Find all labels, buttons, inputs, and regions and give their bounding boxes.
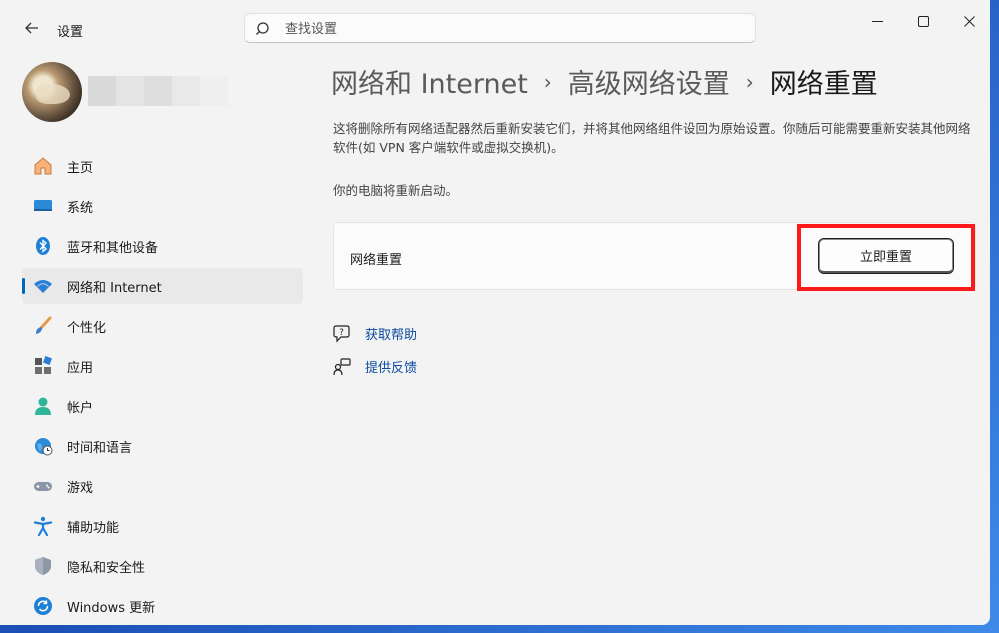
sidebar-item-windows-update[interactable]: Windows 更新: [22, 588, 303, 624]
network-reset-label: 网络重置: [350, 253, 403, 268]
sidebar-item-label: Windows 更新: [67, 600, 156, 616]
sidebar-item-label: 个性化: [67, 320, 107, 336]
sidebar-item-gaming[interactable]: 游戏: [22, 468, 303, 504]
avatar: [22, 62, 82, 122]
get-help-link-row[interactable]: ? 获取帮助: [333, 324, 417, 343]
user-name-redacted: [88, 76, 228, 106]
back-arrow-icon: [25, 22, 38, 34]
app-title: 设置: [57, 25, 84, 40]
search-box[interactable]: [244, 13, 756, 44]
gamepad-icon: [32, 475, 54, 497]
sidebar-item-label: 帐户: [67, 400, 94, 416]
search-input[interactable]: [283, 14, 747, 44]
search-icon: [256, 22, 269, 35]
sidebar-item-home[interactable]: 主页: [22, 148, 303, 184]
globe-clock-icon: [32, 435, 54, 457]
breadcrumb-network[interactable]: 网络和 Internet: [331, 62, 528, 101]
reset-description: 这将删除所有网络适配器然后重新安装它们，并将其他网络组件设回为原始设置。你随后可…: [333, 121, 971, 155]
close-button[interactable]: [946, 6, 990, 36]
sidebar-item-label: 蓝牙和其他设备: [67, 240, 159, 256]
sidebar-item-label: 应用: [67, 360, 94, 376]
sidebar-item-label: 辅助功能: [67, 520, 120, 536]
breadcrumb-separator: ›: [543, 69, 552, 94]
brush-icon: [32, 315, 54, 337]
sidebar-item-label: 主页: [67, 160, 94, 176]
back-button[interactable]: [18, 14, 46, 42]
sidebar-item-bluetooth[interactable]: 蓝牙和其他设备: [22, 228, 303, 264]
feedback-link-row[interactable]: 提供反馈: [333, 357, 417, 376]
sidebar-item-label: 时间和语言: [67, 440, 133, 456]
sidebar-item-accessibility[interactable]: 辅助功能: [22, 508, 303, 544]
page-title: 网络重置: [769, 69, 878, 100]
feedback-icon: [333, 357, 351, 375]
restart-note: 你的电脑将重新启动。: [333, 183, 459, 198]
breadcrumb: 网络和 Internet › 高级网络设置 › 网络重置: [331, 62, 878, 101]
wifi-icon: [32, 275, 54, 297]
settings-window: 设置 主页: [0, 0, 990, 625]
svg-text:?: ?: [339, 328, 344, 338]
accessibility-icon: [32, 515, 54, 537]
sidebar-item-personalization[interactable]: 个性化: [22, 308, 303, 344]
sidebar-item-label: 隐私和安全性: [67, 560, 146, 576]
sidebar-nav: 主页 系统 蓝牙和其他设备 网络和 Internet 个性化 应用 帐户 时间和…: [22, 148, 303, 625]
shield-icon: [32, 555, 54, 577]
sidebar-item-network[interactable]: 网络和 Internet: [22, 268, 303, 304]
system-icon: [32, 195, 54, 217]
get-help-link[interactable]: 获取帮助: [365, 324, 417, 343]
sidebar-item-label: 系统: [67, 200, 94, 216]
sidebar-item-label: 游戏: [67, 480, 94, 496]
maximize-icon: [917, 15, 929, 27]
sidebar-item-time-language[interactable]: 时间和语言: [22, 428, 303, 464]
sidebar-item-apps[interactable]: 应用: [22, 348, 303, 384]
apps-icon: [32, 355, 54, 377]
minimize-button[interactable]: [854, 6, 900, 36]
help-icon: ?: [333, 324, 350, 342]
network-reset-card: 网络重置 立即重置: [333, 222, 976, 290]
breadcrumb-advanced-network[interactable]: 高级网络设置: [568, 62, 730, 101]
breadcrumb-separator: ›: [745, 69, 754, 94]
minimize-icon: [871, 20, 883, 22]
give-feedback-link[interactable]: 提供反馈: [365, 357, 417, 376]
update-icon: [32, 595, 54, 617]
close-icon: [963, 15, 975, 27]
sidebar-item-label: 网络和 Internet: [67, 280, 162, 296]
sidebar-item-accounts[interactable]: 帐户: [22, 388, 303, 424]
maximize-button[interactable]: [900, 6, 946, 36]
sidebar-item-system[interactable]: 系统: [22, 188, 303, 224]
home-icon: [32, 155, 54, 177]
sidebar-item-privacy[interactable]: 隐私和安全性: [22, 548, 303, 584]
title-bar: 设置: [0, 0, 990, 58]
reset-now-button[interactable]: 立即重置: [818, 238, 954, 274]
account-icon: [32, 395, 54, 417]
bluetooth-icon: [32, 235, 54, 257]
